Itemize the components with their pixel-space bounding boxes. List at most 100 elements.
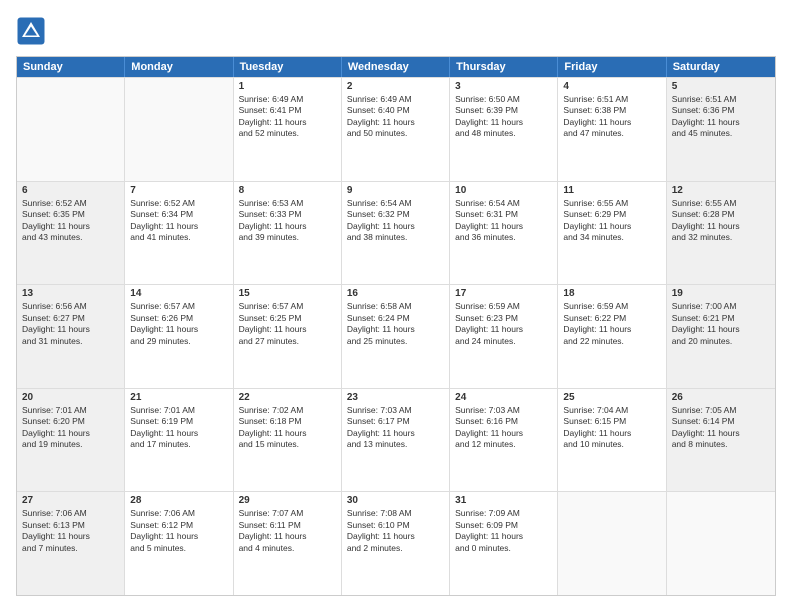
- cell-info-line: Sunrise: 7:05 AM: [672, 405, 770, 416]
- cell-info-line: Sunset: 6:10 PM: [347, 520, 444, 531]
- cell-info-line: and 50 minutes.: [347, 128, 444, 139]
- cell-info-line: Sunset: 6:18 PM: [239, 416, 336, 427]
- cell-info-line: and 27 minutes.: [239, 336, 336, 347]
- cell-info-line: Sunset: 6:32 PM: [347, 209, 444, 220]
- cell-info-line: Sunrise: 6:51 AM: [563, 94, 660, 105]
- cell-info-line: Daylight: 11 hours: [563, 428, 660, 439]
- day-number: 31: [455, 495, 552, 506]
- cell-info-line: Daylight: 11 hours: [130, 324, 227, 335]
- cell-info-line: Sunset: 6:13 PM: [22, 520, 119, 531]
- cal-cell-5-2: 28Sunrise: 7:06 AMSunset: 6:12 PMDayligh…: [125, 492, 233, 595]
- cell-info-line: and 13 minutes.: [347, 439, 444, 450]
- cell-info-line: Sunrise: 6:50 AM: [455, 94, 552, 105]
- weekday-header-wednesday: Wednesday: [342, 57, 450, 77]
- cal-cell-5-7: [667, 492, 775, 595]
- cell-info-line: Daylight: 11 hours: [347, 221, 444, 232]
- cal-cell-5-1: 27Sunrise: 7:06 AMSunset: 6:13 PMDayligh…: [17, 492, 125, 595]
- cell-info-line: Sunrise: 7:09 AM: [455, 508, 552, 519]
- day-number: 8: [239, 185, 336, 196]
- cell-info-line: Sunrise: 6:57 AM: [130, 301, 227, 312]
- cell-info-line: Sunrise: 7:00 AM: [672, 301, 770, 312]
- day-number: 29: [239, 495, 336, 506]
- cell-info-line: Sunrise: 7:06 AM: [130, 508, 227, 519]
- day-number: 24: [455, 392, 552, 403]
- page: SundayMondayTuesdayWednesdayThursdayFrid…: [0, 0, 792, 612]
- day-number: 11: [563, 185, 660, 196]
- cell-info-line: Sunset: 6:19 PM: [130, 416, 227, 427]
- cell-info-line: Sunrise: 6:59 AM: [563, 301, 660, 312]
- cell-info-line: Daylight: 11 hours: [563, 221, 660, 232]
- cell-info-line: Sunset: 6:24 PM: [347, 313, 444, 324]
- cell-info-line: Sunrise: 7:04 AM: [563, 405, 660, 416]
- calendar-row-4: 20Sunrise: 7:01 AMSunset: 6:20 PMDayligh…: [17, 388, 775, 492]
- day-number: 18: [563, 288, 660, 299]
- cell-info-line: and 47 minutes.: [563, 128, 660, 139]
- cell-info-line: Sunrise: 6:58 AM: [347, 301, 444, 312]
- cal-cell-2-7: 12Sunrise: 6:55 AMSunset: 6:28 PMDayligh…: [667, 182, 775, 285]
- cell-info-line: Sunset: 6:38 PM: [563, 105, 660, 116]
- cell-info-line: Sunset: 6:20 PM: [22, 416, 119, 427]
- cell-info-line: and 39 minutes.: [239, 232, 336, 243]
- cell-info-line: Daylight: 11 hours: [239, 428, 336, 439]
- cal-cell-1-3: 1Sunrise: 6:49 AMSunset: 6:41 PMDaylight…: [234, 78, 342, 181]
- day-number: 16: [347, 288, 444, 299]
- cell-info-line: Daylight: 11 hours: [130, 221, 227, 232]
- cell-info-line: Sunset: 6:14 PM: [672, 416, 770, 427]
- cell-info-line: Sunset: 6:22 PM: [563, 313, 660, 324]
- cell-info-line: Daylight: 11 hours: [347, 324, 444, 335]
- cell-info-line: Sunset: 6:09 PM: [455, 520, 552, 531]
- cell-info-line: Sunset: 6:34 PM: [130, 209, 227, 220]
- cell-info-line: Sunrise: 7:03 AM: [455, 405, 552, 416]
- cell-info-line: and 4 minutes.: [239, 543, 336, 554]
- cell-info-line: and 31 minutes.: [22, 336, 119, 347]
- cell-info-line: Sunset: 6:12 PM: [130, 520, 227, 531]
- cell-info-line: Daylight: 11 hours: [672, 428, 770, 439]
- cell-info-line: Sunset: 6:21 PM: [672, 313, 770, 324]
- logo: [16, 16, 50, 46]
- cell-info-line: Daylight: 11 hours: [130, 428, 227, 439]
- cal-cell-3-7: 19Sunrise: 7:00 AMSunset: 6:21 PMDayligh…: [667, 285, 775, 388]
- cell-info-line: Daylight: 11 hours: [347, 428, 444, 439]
- day-number: 4: [563, 81, 660, 92]
- cal-cell-2-6: 11Sunrise: 6:55 AMSunset: 6:29 PMDayligh…: [558, 182, 666, 285]
- cal-cell-1-4: 2Sunrise: 6:49 AMSunset: 6:40 PMDaylight…: [342, 78, 450, 181]
- cell-info-line: Daylight: 11 hours: [22, 428, 119, 439]
- calendar-row-5: 27Sunrise: 7:06 AMSunset: 6:13 PMDayligh…: [17, 491, 775, 595]
- day-number: 5: [672, 81, 770, 92]
- cell-info-line: and 48 minutes.: [455, 128, 552, 139]
- cell-info-line: Daylight: 11 hours: [239, 117, 336, 128]
- cell-info-line: Daylight: 11 hours: [455, 531, 552, 542]
- cell-info-line: and 52 minutes.: [239, 128, 336, 139]
- cell-info-line: and 2 minutes.: [347, 543, 444, 554]
- cell-info-line: Sunset: 6:26 PM: [130, 313, 227, 324]
- cal-cell-2-2: 7Sunrise: 6:52 AMSunset: 6:34 PMDaylight…: [125, 182, 233, 285]
- cell-info-line: Sunset: 6:39 PM: [455, 105, 552, 116]
- cell-info-line: Sunrise: 7:01 AM: [22, 405, 119, 416]
- cell-info-line: and 41 minutes.: [130, 232, 227, 243]
- cell-info-line: Sunset: 6:27 PM: [22, 313, 119, 324]
- cal-cell-4-3: 22Sunrise: 7:02 AMSunset: 6:18 PMDayligh…: [234, 389, 342, 492]
- weekday-header-tuesday: Tuesday: [234, 57, 342, 77]
- cal-cell-3-3: 15Sunrise: 6:57 AMSunset: 6:25 PMDayligh…: [234, 285, 342, 388]
- cell-info-line: Daylight: 11 hours: [563, 117, 660, 128]
- cell-info-line: Sunrise: 6:54 AM: [347, 198, 444, 209]
- cell-info-line: Sunrise: 6:54 AM: [455, 198, 552, 209]
- cal-cell-4-1: 20Sunrise: 7:01 AMSunset: 6:20 PMDayligh…: [17, 389, 125, 492]
- day-number: 17: [455, 288, 552, 299]
- cal-cell-1-5: 3Sunrise: 6:50 AMSunset: 6:39 PMDaylight…: [450, 78, 558, 181]
- cell-info-line: Sunset: 6:40 PM: [347, 105, 444, 116]
- cal-cell-3-6: 18Sunrise: 6:59 AMSunset: 6:22 PMDayligh…: [558, 285, 666, 388]
- cell-info-line: Sunrise: 7:07 AM: [239, 508, 336, 519]
- cell-info-line: Sunrise: 6:51 AM: [672, 94, 770, 105]
- cell-info-line: Daylight: 11 hours: [455, 117, 552, 128]
- cell-info-line: Sunrise: 7:08 AM: [347, 508, 444, 519]
- weekday-header-friday: Friday: [558, 57, 666, 77]
- calendar-row-1: 1Sunrise: 6:49 AMSunset: 6:41 PMDaylight…: [17, 77, 775, 181]
- cal-cell-1-2: [125, 78, 233, 181]
- cal-cell-2-3: 8Sunrise: 6:53 AMSunset: 6:33 PMDaylight…: [234, 182, 342, 285]
- day-number: 30: [347, 495, 444, 506]
- cell-info-line: Daylight: 11 hours: [239, 221, 336, 232]
- cal-cell-5-6: [558, 492, 666, 595]
- cell-info-line: Daylight: 11 hours: [22, 221, 119, 232]
- cell-info-line: and 36 minutes.: [455, 232, 552, 243]
